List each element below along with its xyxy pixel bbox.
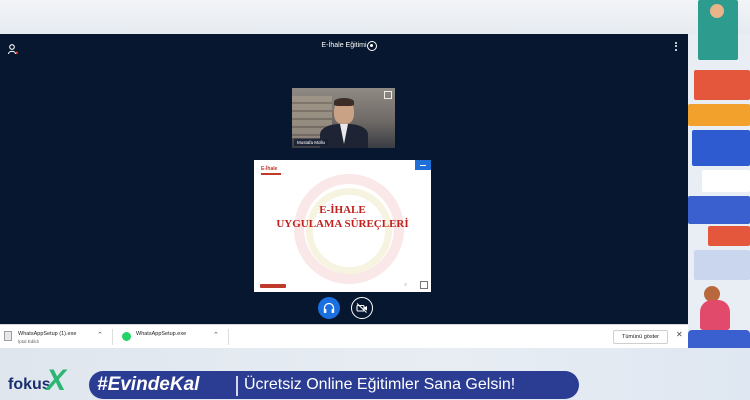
meeting-topbar: E-İhale Eğitimi bbox=[0, 34, 688, 60]
audio-button[interactable] bbox=[318, 297, 340, 319]
participant-name-tag: Mustafa Mollu bbox=[294, 139, 329, 146]
slide-title-line2: UYGULAMA SÜREÇLERİ bbox=[276, 218, 409, 230]
more-options-icon[interactable] bbox=[674, 42, 678, 52]
headphones-icon bbox=[323, 302, 335, 313]
background-top bbox=[0, 0, 750, 34]
slide-title-line1: E-İHALE bbox=[319, 204, 366, 216]
slide-logo: E-İhale bbox=[261, 166, 281, 175]
webcam-tile[interactable]: Mustafa Mollu bbox=[292, 88, 395, 148]
meeting-window: E-İhale Eğitimi Mustafa Mollu E-İhale E-… bbox=[0, 34, 688, 324]
download-item[interactable]: WhatsAppSetup (1).exe İptal Edildi ⌃ bbox=[0, 325, 110, 349]
download-status: İptal Edildi bbox=[18, 339, 39, 344]
brand-logo-x: X bbox=[46, 364, 67, 397]
webcam-off-icon bbox=[355, 302, 367, 313]
slide-logo-text: E-İhale bbox=[261, 166, 278, 172]
divider bbox=[112, 329, 113, 345]
chevron-up-icon[interactable]: ⌃ bbox=[213, 331, 219, 339]
brand-logo: fokus bbox=[8, 376, 51, 393]
download-filename: WhatsAppSetup (1).exe bbox=[18, 331, 77, 337]
expand-icon[interactable] bbox=[384, 91, 392, 99]
slide-swoosh-gold bbox=[306, 188, 392, 274]
chevron-up-icon[interactable]: ⌃ bbox=[97, 331, 103, 339]
divider bbox=[228, 329, 229, 345]
banner-divider bbox=[236, 376, 238, 396]
download-item[interactable]: WhatsAppSetup.exe ⌃ bbox=[116, 325, 226, 349]
file-icon bbox=[4, 331, 12, 341]
show-all-button[interactable]: Tümünü göster bbox=[613, 330, 668, 344]
slide-footer-logo bbox=[260, 284, 286, 288]
hashtag-text: #EvindeKal bbox=[97, 374, 200, 395]
share-webcam-button[interactable] bbox=[351, 297, 373, 319]
download-filename: WhatsAppSetup.exe bbox=[136, 331, 187, 337]
download-bar: WhatsAppSetup (1).exe İptal Edildi ⌃ Wha… bbox=[0, 324, 688, 348]
whatsapp-icon bbox=[122, 332, 131, 341]
presentation-slide: E-İhale E-İHALE UYGULAMA SÜREÇLERİ ○ bbox=[254, 160, 431, 292]
close-icon[interactable]: ✕ bbox=[676, 330, 683, 339]
record-icon[interactable] bbox=[367, 41, 377, 51]
fullscreen-icon[interactable] bbox=[420, 281, 428, 289]
decorative-illustration bbox=[688, 0, 750, 370]
presenter-hair bbox=[334, 98, 354, 106]
meeting-title: E-İhale Eğitimi bbox=[321, 42, 367, 49]
minimize-slide-icon[interactable] bbox=[415, 160, 431, 170]
banner-tagline: Ücretsiz Online Eğitimler Sana Gelsin! bbox=[244, 376, 516, 393]
slide-controls[interactable]: ○ bbox=[404, 281, 428, 289]
